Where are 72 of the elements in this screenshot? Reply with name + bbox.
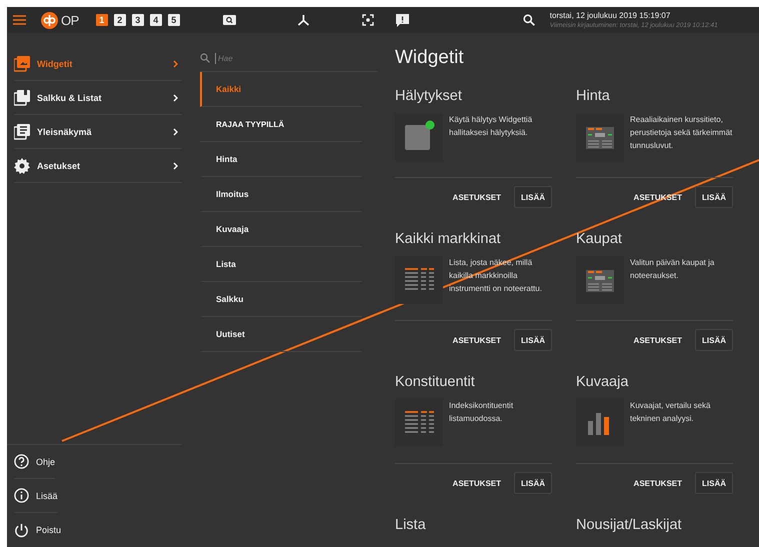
widget-description: Kuvaajat, vertailu sekä tekninen analyysi. xyxy=(630,400,712,425)
sidebar-item[interactable]: Ohje xyxy=(14,445,56,479)
workspace-tab[interactable]: 3 xyxy=(132,14,144,26)
sidebar-item[interactable]: Poistu xyxy=(14,513,62,547)
list-icon xyxy=(404,268,435,290)
table-icon xyxy=(586,270,614,292)
widget-action-button[interactable]: ASETUKSET xyxy=(446,186,508,208)
widget-description: Valitun päivän kaupat ja noteeraukset. xyxy=(630,257,716,282)
sidebar-item[interactable]: Salkku & Listat xyxy=(14,81,182,115)
menu-icon[interactable] xyxy=(13,15,26,25)
widget-title: Konstituentit xyxy=(395,373,476,392)
stacked-pages-icon xyxy=(14,90,30,106)
message-icon[interactable] xyxy=(396,14,409,26)
widget-description: Reaaliaikainen kurssitieto, perustietoja sekä tärkeimmät tunnusluvut. xyxy=(630,114,733,152)
search-icon[interactable] xyxy=(222,15,236,25)
focus-icon[interactable] xyxy=(362,14,374,26)
network-icon[interactable] xyxy=(296,14,310,26)
filter-item[interactable]: Hinta xyxy=(200,142,362,177)
power-icon xyxy=(14,522,29,538)
widget-action-button[interactable]: ASETUKSET xyxy=(626,472,689,494)
filter-item[interactable]: Uutiset xyxy=(200,317,362,352)
filter-item[interactable]: Kaikki xyxy=(200,72,362,107)
widget-action-button[interactable]: ASETUKSET xyxy=(446,472,508,494)
widget-action-button[interactable]: LISÄÄ xyxy=(695,186,733,208)
settings-icon xyxy=(14,158,30,174)
sidebar-item[interactable]: Lisää xyxy=(14,479,58,513)
page-title: Widgetit xyxy=(395,47,465,70)
search-icon[interactable] xyxy=(522,14,535,26)
widget-title: Kuvaaja xyxy=(576,373,630,392)
filter-heading: RAJAA TYYPILLÄ xyxy=(216,120,284,128)
workspace-tab[interactable]: 4 xyxy=(150,14,162,26)
widgets-icon xyxy=(14,56,30,72)
filter-item[interactable]: Salkku xyxy=(200,282,362,317)
widget-action-button[interactable]: LISÄÄ xyxy=(514,186,552,208)
logo-icon xyxy=(41,12,58,28)
current-datetime: torstai, 12 joulukuu 2019 15:19:07 xyxy=(550,11,672,20)
widget-description: Indeksikontituentit listamuodossa. xyxy=(449,400,514,425)
chevron-icon xyxy=(173,60,178,68)
search-icon xyxy=(200,53,210,63)
logo-text: OP xyxy=(61,12,79,28)
sidebar-item[interactable]: Asetukset xyxy=(14,149,182,183)
widget-title: Kaupat xyxy=(576,230,623,249)
widget-action-button[interactable]: LISÄÄ xyxy=(695,329,733,351)
bar-chart-icon xyxy=(588,413,609,435)
widget-title: Hälytykset xyxy=(395,87,463,106)
widget-action-button[interactable]: ASETUKSET xyxy=(626,329,689,351)
info-icon xyxy=(14,488,29,503)
widget-action-button[interactable]: LISÄÄ xyxy=(695,472,733,494)
widget-title: Lista xyxy=(395,516,427,535)
chevron-icon xyxy=(173,162,178,170)
chevron-icon xyxy=(173,128,178,136)
sidebar-item[interactable]: Widgetit xyxy=(14,47,182,81)
widget-description: Käytä hälytys Widgettiä hallitaksesi hälytyksiä. xyxy=(449,114,534,139)
workspace-tab[interactable]: 2 xyxy=(114,14,126,26)
filter-item[interactable]: Ilmoitus xyxy=(200,177,362,212)
help-icon xyxy=(14,454,29,469)
filter-item[interactable]: Lista xyxy=(200,247,362,282)
table-icon xyxy=(586,127,614,149)
widget-title: Hinta xyxy=(576,87,611,106)
workspace-tab[interactable]: 5 xyxy=(168,14,180,26)
list-icon xyxy=(404,411,435,433)
widget-action-button[interactable]: LISÄÄ xyxy=(514,472,552,494)
stacked-list-icon xyxy=(14,124,30,140)
widget-action-button[interactable]: LISÄÄ xyxy=(514,329,552,351)
widget-action-button[interactable]: ASETUKSET xyxy=(446,329,508,351)
widget-title: Kaikki markkinat xyxy=(395,230,502,249)
square-dot-icon xyxy=(405,120,434,150)
chevron-icon xyxy=(173,94,178,102)
sidebar-item[interactable]: Yleisnäkymä xyxy=(14,115,182,149)
filter-item[interactable]: Kuvaaja xyxy=(200,212,362,247)
widget-title: Nousijat/Laskijat xyxy=(576,516,683,535)
search-field[interactable]: Hae xyxy=(215,52,360,64)
